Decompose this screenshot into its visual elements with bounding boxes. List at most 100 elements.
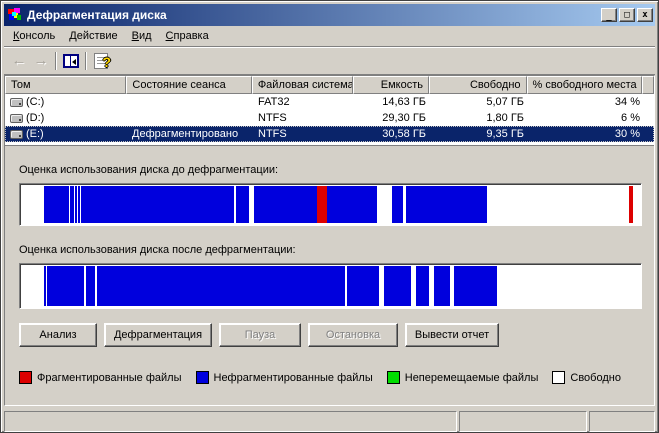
legend-item-free: Свободно xyxy=(552,371,621,384)
usage-segment-b xyxy=(347,266,380,306)
percent-free: 6 % xyxy=(621,112,640,124)
free-space: 1,80 ГБ xyxy=(486,112,524,124)
usage-bar-after xyxy=(19,263,642,309)
capacity: 14,63 ГБ xyxy=(382,96,426,108)
help-icon[interactable]: ? xyxy=(90,50,112,72)
usage-segment-b xyxy=(96,266,346,306)
toolbar-separator xyxy=(55,51,57,70)
legend-item-unmovable: Неперемещаемые файлы xyxy=(386,371,539,384)
legend: Фрагментированные файлы Нефрагментирован… xyxy=(19,371,642,384)
forward-arrow-icon[interactable]: → xyxy=(30,50,52,72)
usage-segment-b xyxy=(46,266,84,306)
usage-segment-b xyxy=(85,266,95,306)
mmc-window-icon xyxy=(8,8,21,20)
volume-row-c[interactable]: (C:) FAT32 14,63 ГБ 5,07 ГБ 34 % xyxy=(5,94,654,110)
usage-segment-b xyxy=(384,266,412,306)
status-panel xyxy=(459,411,587,432)
drive-icon xyxy=(10,129,23,139)
disk-defragmenter-window: Дефрагментация диска _ □ x Консоль Дейст… xyxy=(0,0,659,433)
file-system: NTFS xyxy=(258,112,287,124)
window-title: Дефрагментация диска xyxy=(27,8,167,22)
content-area: Том Состояние сеанса Файловая система Ем… xyxy=(4,75,655,406)
after-defrag-label: Оценка использования диска после дефрагм… xyxy=(19,244,296,256)
contiguous-files-swatch xyxy=(195,371,209,384)
fragmented-files-swatch xyxy=(19,371,32,384)
usage-segment-w xyxy=(22,266,44,306)
usage-segment-b xyxy=(235,186,249,223)
column-header-session-status[interactable]: Состояние сеанса xyxy=(126,76,252,94)
session-status xyxy=(127,110,253,126)
usage-segment-b xyxy=(392,186,404,223)
volume-row-d[interactable]: (D:) NTFS 29,30 ГБ 1,80 ГБ 6 % xyxy=(5,110,654,126)
free-space: 5,07 ГБ xyxy=(486,96,524,108)
usage-segment-w xyxy=(22,186,45,223)
volume-name: (C:) xyxy=(26,96,45,108)
usage-pane: Оценка использования диска до дефрагмент… xyxy=(5,146,654,405)
menu-view[interactable]: Вид xyxy=(125,28,159,44)
toolbar: ← → ? xyxy=(4,47,655,75)
list-header: Том Состояние сеанса Файловая система Ем… xyxy=(5,76,654,94)
session-status xyxy=(127,94,253,110)
legend-item-fragmented: Фрагментированные файлы xyxy=(19,371,182,384)
usage-segment-b xyxy=(416,266,429,306)
column-header-volume[interactable]: Том xyxy=(5,76,127,94)
usage-segment-w xyxy=(496,266,639,306)
column-header-file-system[interactable]: Файловая система xyxy=(251,76,354,94)
before-defrag-label: Оценка использования диска до дефрагмент… xyxy=(19,164,279,176)
menu-help[interactable]: Справка xyxy=(159,28,216,44)
legend-label: Фрагментированные файлы xyxy=(37,371,182,384)
analyze-button[interactable]: Анализ xyxy=(19,323,97,347)
action-buttons: Анализ Дефрагментация Пауза Остановка Вы… xyxy=(19,323,642,347)
column-header-capacity[interactable]: Емкость xyxy=(353,76,429,94)
menu-console[interactable]: Консоль xyxy=(6,28,62,44)
volume-name: (D:) xyxy=(26,112,45,124)
status-bar xyxy=(4,408,655,432)
legend-item-contiguous: Нефрагментированные файлы xyxy=(195,371,373,384)
stop-button: Остановка xyxy=(308,323,398,347)
menu-action[interactable]: Действие xyxy=(62,28,124,44)
drive-icon xyxy=(10,113,23,123)
usage-segment-b xyxy=(453,266,497,306)
usage-segment-b xyxy=(81,186,234,223)
unmovable-files-swatch xyxy=(386,371,400,384)
usage-segment-b xyxy=(326,186,378,223)
defragment-button[interactable]: Дефрагментация xyxy=(104,323,212,347)
session-status: Дефрагментировано xyxy=(132,128,239,140)
capacity: 29,30 ГБ xyxy=(382,112,426,124)
legend-label: Неперемещаемые файлы xyxy=(404,371,539,384)
capacity: 30,58 ГБ xyxy=(382,128,426,140)
free-space: 9,35 ГБ xyxy=(486,128,524,140)
status-panel xyxy=(589,411,655,432)
maximize-button[interactable]: □ xyxy=(619,8,635,22)
minimize-button[interactable]: _ xyxy=(601,8,617,22)
free-space-swatch xyxy=(552,371,566,384)
usage-segment-w xyxy=(632,186,639,223)
show-console-tree-icon[interactable] xyxy=(60,50,82,72)
file-system: FAT32 xyxy=(258,96,290,108)
title-bar: Дефрагментация диска _ □ x xyxy=(4,4,655,26)
legend-label: Свободно xyxy=(570,371,621,384)
usage-segment-b xyxy=(44,186,70,223)
usage-segment-r xyxy=(316,186,327,223)
column-header-filler xyxy=(642,76,654,94)
usage-segment-w xyxy=(487,186,629,223)
column-header-percent-free[interactable]: % свободного места xyxy=(526,76,642,94)
back-arrow-icon[interactable]: ← xyxy=(8,50,30,72)
usage-bar-before xyxy=(19,183,642,226)
usage-segment-b xyxy=(406,186,488,223)
close-button[interactable]: x xyxy=(637,8,653,22)
column-header-free-space[interactable]: Свободно xyxy=(429,76,527,94)
file-system: NTFS xyxy=(258,128,287,140)
usage-segment-b xyxy=(253,186,317,223)
legend-label: Нефрагментированные файлы xyxy=(213,371,373,384)
percent-free: 30 % xyxy=(614,128,640,140)
volume-list: Том Состояние сеанса Файловая система Ем… xyxy=(5,76,654,146)
volume-name: (E:) xyxy=(26,128,44,140)
view-report-button[interactable]: Вывести отчет xyxy=(405,323,499,347)
drive-icon xyxy=(10,97,23,107)
volume-row-e-selected[interactable]: (E:) Дефрагментировано NTFS 30,58 ГБ 9,3… xyxy=(5,126,654,142)
usage-segment-w xyxy=(377,186,393,223)
percent-free: 34 % xyxy=(614,96,640,108)
status-panel xyxy=(4,411,457,432)
menu-bar: Консоль Действие Вид Справка xyxy=(4,26,655,47)
